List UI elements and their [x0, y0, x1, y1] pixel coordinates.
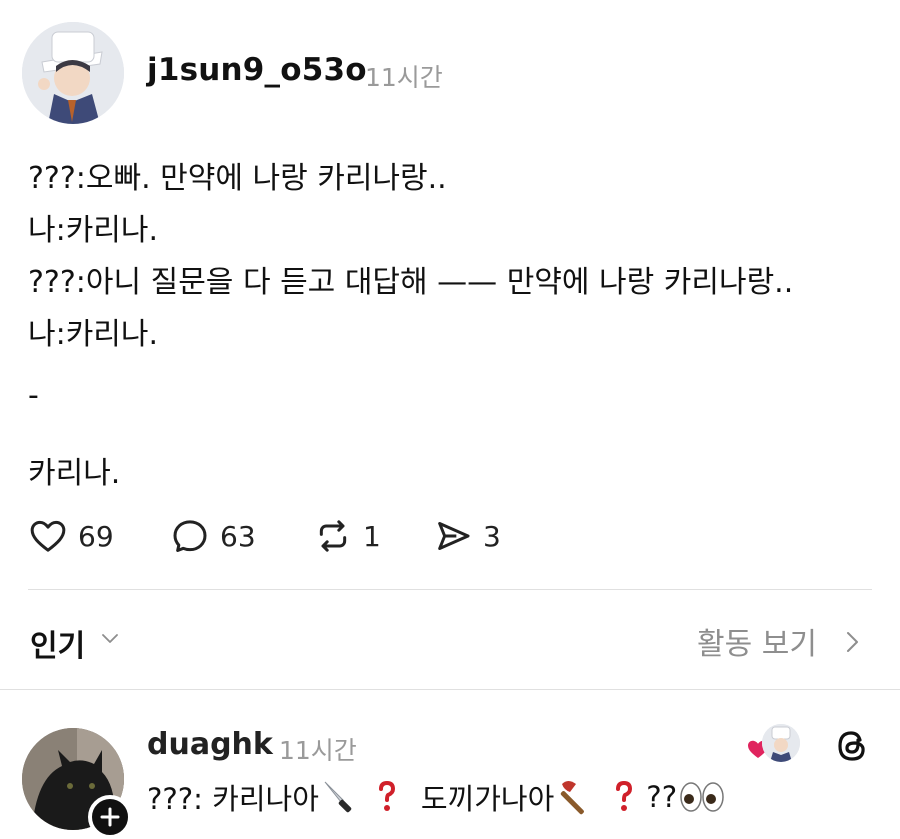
reply-text-part: 도끼가나아	[420, 782, 555, 816]
like-count: 69	[78, 519, 114, 553]
repost-icon	[319, 520, 347, 552]
share-button[interactable]: 3	[433, 516, 501, 556]
follow-plus-button[interactable]	[88, 795, 132, 839]
repost-count: 1	[363, 519, 381, 553]
post-author-username[interactable]: j1sun9_o53o	[147, 52, 367, 88]
chevron-down-icon[interactable]	[98, 626, 122, 650]
like-button[interactable]: 69	[28, 516, 114, 556]
section-divider	[0, 689, 900, 690]
heart-icon	[30, 520, 66, 552]
threads-logo-icon[interactable]	[834, 728, 870, 764]
post-timestamp: 11시간	[365, 63, 443, 92]
view-activity-link[interactable]: 활동 보기	[697, 619, 817, 663]
comment-count: 63	[220, 519, 256, 553]
author-liked-avatar	[762, 724, 800, 762]
repost-button[interactable]: 1	[313, 516, 381, 556]
red-question-icon	[378, 780, 395, 811]
chevron-right-icon[interactable]	[842, 628, 862, 656]
reply-text-part: ??	[646, 780, 678, 814]
post-line: ???:오빠. 만약에 나랑 카리나랑..	[28, 161, 447, 196]
comment-button[interactable]: 63	[170, 516, 256, 556]
red-question-icon	[616, 780, 633, 811]
share-count: 3	[483, 519, 501, 553]
axe-icon	[561, 781, 585, 815]
post-line: -	[28, 378, 39, 413]
post-line: 나:카리나.	[28, 317, 159, 352]
sort-dropdown[interactable]: 인기	[30, 621, 85, 665]
plus-icon	[100, 807, 120, 827]
reply-text: ???: 카리나아 도끼가나아 ??	[147, 776, 725, 818]
post-author-avatar[interactable]	[22, 22, 124, 124]
eyes-icon	[680, 782, 724, 812]
reply-author-username[interactable]: duaghk	[147, 727, 273, 762]
post-line: 카리나.	[28, 456, 121, 491]
reply-text-part: ???: 카리나아	[147, 782, 319, 816]
post-line: ???:아니 질문을 다 듣고 대답해 —— 만약에 나랑 카리나랑..	[28, 265, 794, 300]
reply-timestamp: 11시간	[279, 736, 357, 765]
knife-icon	[324, 781, 352, 813]
send-icon	[438, 522, 470, 550]
comment-icon	[173, 520, 207, 552]
divider	[28, 589, 872, 590]
post-line: 나:카리나.	[28, 213, 159, 248]
